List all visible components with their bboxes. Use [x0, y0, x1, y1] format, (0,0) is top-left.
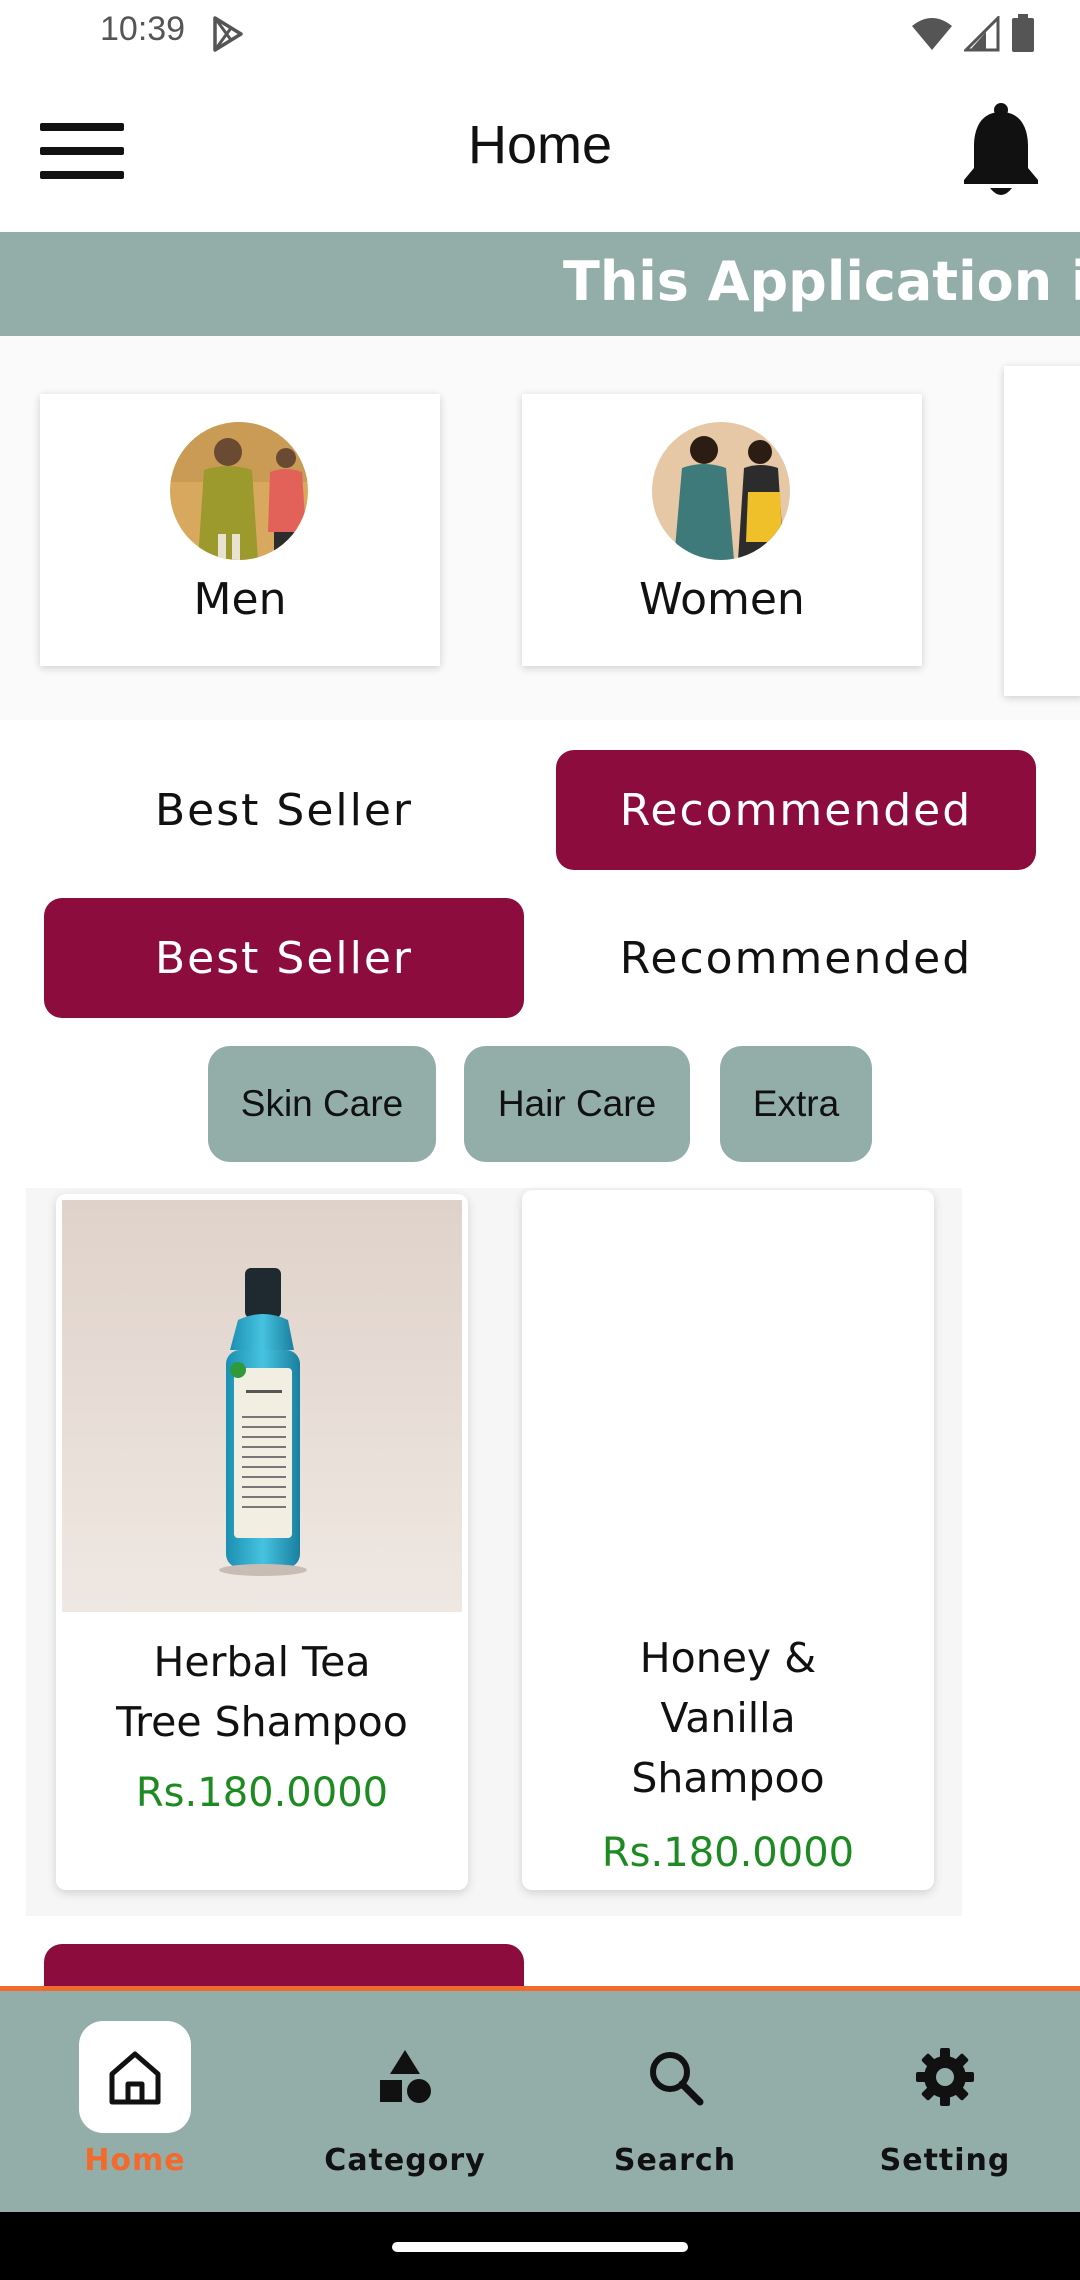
tab-best-seller[interactable]: Best Seller — [44, 750, 524, 870]
product-name: Honey & Vanilla Shampoo — [532, 1628, 924, 1808]
category-card-partial[interactable] — [1004, 366, 1080, 696]
product-card[interactable]: Honey & Vanilla Shampoo Rs.180.0000 — [522, 1190, 934, 1890]
product-name-line: Tree Shampoo — [116, 1698, 408, 1746]
women-category-image — [652, 422, 790, 560]
app-bar: Home — [0, 66, 1080, 232]
category-card-women[interactable]: Women — [522, 394, 922, 666]
category-shapes-icon — [349, 2021, 461, 2133]
status-time: 10:39 — [100, 10, 186, 48]
product-name-line: Shampoo — [631, 1754, 825, 1802]
banner-text: This Application is — [563, 250, 1080, 313]
product-name-line: Vanilla — [660, 1694, 796, 1742]
nav-label: Category — [324, 2143, 486, 2178]
category-strip: Men Women — [0, 336, 1080, 720]
product-grid: Herbal Tea Tree Shampoo Rs.180.0000 Hone… — [26, 1188, 962, 1916]
men-category-image — [170, 422, 308, 560]
notification-bell-icon[interactable] — [960, 102, 1042, 198]
nav-category[interactable]: Category — [270, 1991, 540, 2212]
battery-icon — [1012, 14, 1034, 52]
nav-search[interactable]: Search — [540, 1991, 810, 2212]
product-price: Rs.180.0000 — [135, 1770, 389, 1816]
product-card[interactable]: Herbal Tea Tree Shampoo Rs.180.0000 — [56, 1194, 468, 1890]
nav-label: Search — [613, 2143, 737, 2178]
category-label: Women — [639, 574, 805, 625]
status-icons — [910, 14, 1036, 54]
wifi-icon — [912, 18, 952, 50]
tab-best-seller[interactable]: Best Seller — [44, 898, 524, 1018]
system-gesture-bar — [0, 2212, 1080, 2280]
product-price: Rs.180.0000 — [601, 1830, 855, 1876]
play-store-icon — [213, 16, 243, 52]
product-name-line: Honey & — [639, 1634, 817, 1682]
home-gesture-handle[interactable] — [392, 2242, 688, 2252]
chip-extra[interactable]: Extra — [720, 1046, 872, 1162]
status-bar: 10:39 — [0, 0, 1080, 66]
product-name: Herbal Tea Tree Shampoo — [66, 1632, 458, 1752]
nav-label: Home — [84, 2143, 186, 2178]
announcement-banner: This Application is — [0, 232, 1080, 336]
tabs-row-partial: Best Seller Recommended — [0, 1916, 1080, 1990]
category-card-men[interactable]: Men — [40, 394, 440, 666]
chip-hair-care[interactable]: Hair Care — [464, 1046, 690, 1162]
bottom-navigation: Home Category Search Setting — [0, 1986, 1080, 2212]
category-label: Men — [193, 574, 287, 625]
tab-recommended[interactable]: Recommended — [556, 1944, 1036, 1991]
gear-icon — [889, 2021, 1001, 2133]
tab-best-seller[interactable]: Best Seller — [44, 1944, 524, 1990]
tab-recommended[interactable]: Recommended — [556, 750, 1036, 870]
home-icon — [79, 2021, 191, 2133]
chip-skin-care[interactable]: Skin Care — [208, 1046, 436, 1162]
signal-icon — [964, 16, 1000, 52]
page-title: Home — [467, 115, 613, 175]
search-icon — [619, 2021, 731, 2133]
product-image — [62, 1200, 462, 1612]
nav-setting[interactable]: Setting — [810, 1991, 1080, 2212]
nav-label: Setting — [879, 2143, 1011, 2178]
product-name-line: Herbal Tea — [153, 1638, 371, 1686]
tab-recommended[interactable]: Recommended — [556, 898, 1036, 1018]
nav-home[interactable]: Home — [0, 1991, 270, 2212]
